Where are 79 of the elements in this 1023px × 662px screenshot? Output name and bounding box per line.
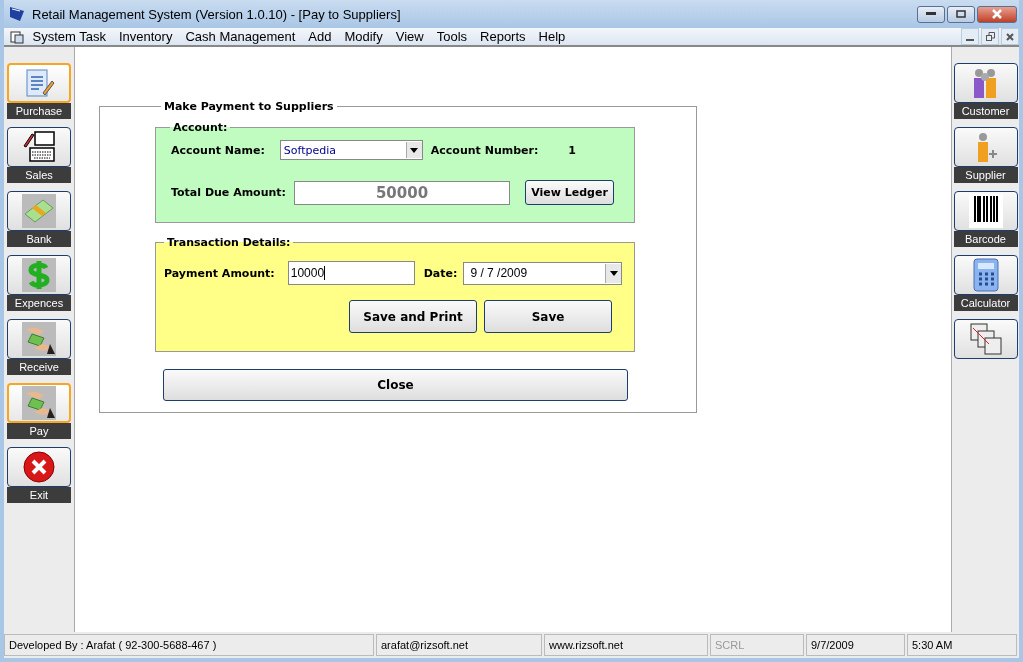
hands-money-icon — [22, 322, 56, 356]
date-picker[interactable]: 9 / 7 /2009 — [463, 261, 623, 285]
toolbar-label: Receive — [7, 359, 71, 375]
calculator-icon — [970, 258, 1001, 292]
toolbar-label: Bank — [7, 231, 71, 247]
hands-money-icon — [22, 386, 56, 420]
field-label: Account Name: — [171, 143, 265, 157]
toolbar-label: Barcode — [953, 231, 1018, 247]
field-label: Total Due Amount: — [171, 186, 286, 199]
payment-amount-field[interactable]: 10000 — [287, 261, 415, 285]
toolbar-button[interactable] — [7, 191, 71, 231]
toolbar-button[interactable] — [953, 319, 1018, 359]
menu-item[interactable]: Help — [532, 29, 572, 44]
toolbar-button[interactable] — [953, 255, 1018, 295]
view-ledger-button[interactable]: View Ledger — [525, 180, 614, 205]
account-dropdown[interactable]: Softpedia — [279, 140, 423, 160]
toolbar-label: Sales — [7, 167, 71, 183]
toolbar-label: Calculator — [953, 295, 1018, 311]
app-icon — [8, 5, 26, 23]
field-label: Date: — [423, 266, 458, 280]
toolbar-button[interactable] — [953, 63, 1018, 103]
menu-item[interactable]: Modify — [337, 29, 390, 44]
close-form-button[interactable]: Close — [163, 369, 628, 401]
minimize-button[interactable] — [961, 28, 979, 45]
barcode-icon — [968, 194, 1003, 228]
dollar-sign-icon — [22, 258, 56, 292]
minimize-icon — [926, 12, 936, 16]
toolbar-label: Purchase — [7, 103, 71, 119]
floppy-disks-icon — [968, 322, 1003, 356]
restore-icon — [985, 32, 995, 41]
minimize-button[interactable] — [917, 5, 945, 23]
minimize-icon — [966, 38, 974, 41]
close-button[interactable] — [1001, 28, 1019, 45]
status-panel: 5:30 AM — [907, 634, 1017, 656]
restore-button[interactable] — [981, 28, 999, 45]
toolbar-button[interactable] — [953, 191, 1018, 231]
close-icon — [1006, 32, 1014, 41]
exit-icon — [22, 450, 56, 484]
status-panel: 9/7/2009 — [806, 634, 905, 656]
status-panel: arafat@rizsoft.net — [376, 634, 542, 656]
maximize-icon — [956, 10, 966, 18]
status-panel: SCRL — [710, 634, 804, 656]
toolbar-button[interactable] — [7, 255, 71, 295]
toolbar-button[interactable] — [7, 319, 71, 359]
toolbar-button[interactable] — [7, 447, 71, 487]
close-icon — [991, 9, 1003, 19]
toolbar-label: Expences — [7, 295, 71, 311]
save-button[interactable]: Save and Print — [349, 300, 477, 333]
window-title: Retail Management System (Version 1.0.10) - [Pay to Suppliers] — [32, 6, 401, 22]
document-pencil-icon — [23, 67, 55, 99]
maximize-button[interactable] — [947, 5, 975, 23]
close-button[interactable] — [977, 5, 1017, 23]
menu-item[interactable]: Reports — [473, 29, 533, 44]
toolbar-button[interactable] — [7, 127, 71, 167]
menu-item[interactable]: View — [389, 29, 431, 44]
status-panel: www.rizsoft.net — [544, 634, 708, 656]
toolbar-label: Pay — [7, 423, 71, 439]
group-title: Transaction Details: — [166, 236, 292, 249]
menu-item[interactable]: Inventory — [112, 29, 179, 44]
toolbar-label: Supplier — [953, 167, 1018, 183]
group-title: Account: — [172, 121, 229, 134]
menu-item[interactable]: Add — [301, 29, 338, 44]
caret-icon — [609, 270, 618, 276]
menu-item[interactable]: System Task — [26, 29, 113, 44]
field-label: Payment Amount: — [164, 266, 275, 280]
keyboard-pencil-icon — [22, 130, 56, 164]
due-amount-field[interactable]: 50000 — [294, 180, 510, 205]
save-button[interactable]: Save — [484, 300, 612, 333]
menu-item[interactable]: Cash Management — [178, 29, 302, 44]
account-number: 1 — [568, 143, 576, 157]
menu-item[interactable]: Tools — [430, 29, 474, 44]
toolbar-label: Customer — [953, 103, 1018, 119]
money-stack-icon — [22, 194, 56, 228]
field-label: Account Number: — [430, 143, 539, 157]
toolbar-label: Exit — [7, 487, 71, 503]
status-panel: Developed By : Arafat ( 92-300-5688-467 ) — [4, 634, 374, 656]
group-title: Make Payment to Suppliers — [163, 100, 335, 113]
toolbar-button[interactable] — [953, 127, 1018, 167]
caret-icon — [410, 147, 419, 153]
